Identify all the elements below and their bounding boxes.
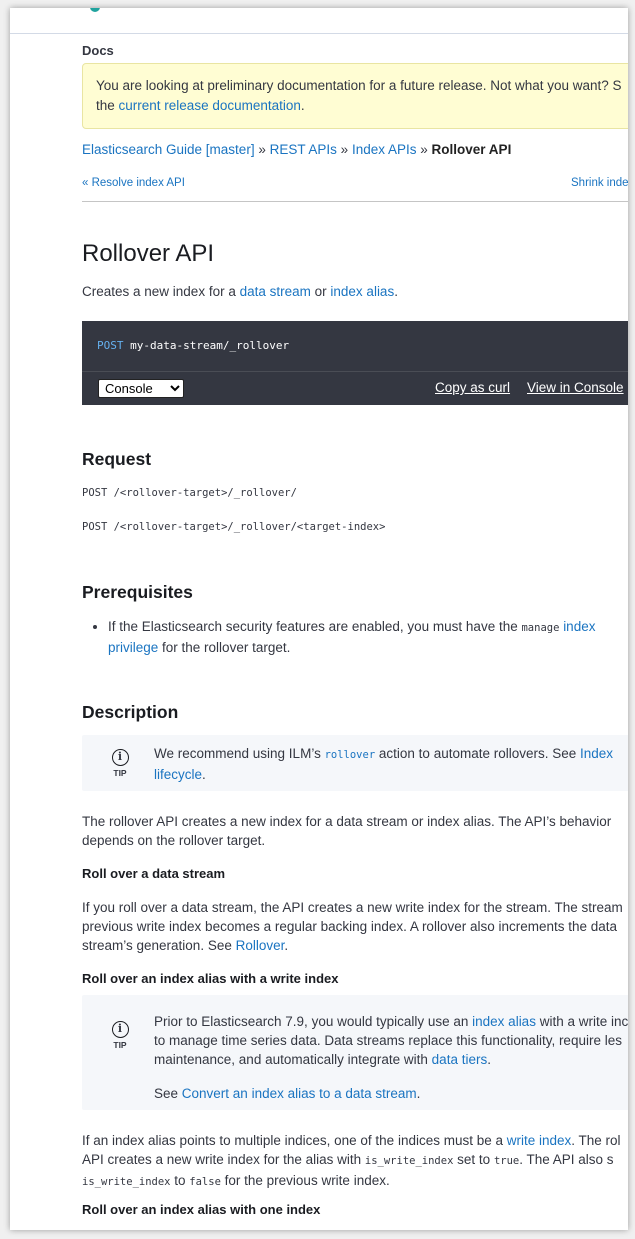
- current-release-link[interactable]: current release documentation: [119, 98, 301, 113]
- lead-paragraph: Creates a new index for a data stream or…: [82, 284, 398, 299]
- notice-line-2: the current release documentation.: [96, 98, 305, 113]
- index-lifecycle-link-2[interactable]: lifecycle: [154, 767, 202, 782]
- data-tiers-link[interactable]: data tiers: [432, 1052, 488, 1067]
- index-lifecycle-link[interactable]: Index: [580, 746, 613, 761]
- site-header: [10, 8, 628, 34]
- request-line-1: POST /<rollover-target>/_rollover/: [82, 487, 297, 499]
- index-privilege-link[interactable]: index: [563, 619, 595, 634]
- breadcrumb-index-apis[interactable]: Index APIs: [352, 142, 417, 157]
- description-heading: Description: [82, 702, 179, 722]
- convert-alias-link[interactable]: Convert an index alias to a data stream: [182, 1086, 417, 1101]
- breadcrumb-separator: »: [420, 142, 428, 157]
- breadcrumb-separator: »: [258, 142, 266, 157]
- roll-over-alias-write-heading: Roll over an index alias with a write in…: [82, 971, 339, 986]
- elastic-logo-icon[interactable]: [90, 8, 100, 12]
- index-alias-link[interactable]: index alias: [330, 284, 394, 299]
- page-title: Rollover API: [82, 240, 215, 267]
- alias-para: If an index alias points to multiple ind…: [82, 1133, 621, 1188]
- tip-callout: i TIP We recommend using ILM’s rollover a…: [82, 735, 628, 791]
- prev-page-link[interactable]: « Resolve index API: [82, 177, 185, 189]
- preliminary-notice: You are looking at preliminary documenta…: [82, 63, 628, 129]
- breadcrumb-separator: »: [340, 142, 349, 157]
- roll-over-alias-one-heading: Roll over an index alias with one index: [82, 1202, 321, 1217]
- notice-line-1: You are looking at preliminary documenta…: [96, 78, 622, 93]
- description-para-1: The rollover API creates a new index for…: [82, 814, 612, 848]
- tip-callout: i TIP Prior to Elasticsearch 7.9, you wou…: [82, 995, 628, 1110]
- console-snippet: POST my-data-stream/_rollover Console Co…: [82, 321, 628, 405]
- breadcrumb-rest-apis[interactable]: REST APIs: [270, 142, 337, 157]
- breadcrumb-guide[interactable]: Elasticsearch Guide [master]: [82, 142, 255, 157]
- data-stream-para: If you roll over a data stream, the API …: [82, 900, 623, 953]
- doc-body: Request POST /<rollover-target>/_rollove…: [82, 405, 628, 1217]
- tip-text: We recommend using ILM’s rollover action…: [154, 746, 614, 782]
- roll-over-data-stream-heading: Roll over a data stream: [82, 866, 226, 881]
- tip-text: Prior to Elasticsearch 7.9, you would ty…: [154, 1014, 628, 1101]
- data-stream-link[interactable]: data stream: [240, 284, 311, 299]
- page-navigation: « Resolve index API Shrink inde: [82, 177, 628, 202]
- request-line-2: POST /<rollover-target>/_rollover/<targe…: [82, 521, 386, 533]
- prerequisites-list: If the Elasticsearch security features a…: [82, 617, 595, 657]
- language-select[interactable]: Console: [98, 379, 184, 398]
- list-item: If the Elasticsearch security features a…: [108, 617, 595, 657]
- docs-label: Docs: [82, 43, 114, 58]
- info-icon: i TIP: [111, 1021, 129, 1050]
- breadcrumb: Elasticsearch Guide [master] » REST APIs…: [82, 142, 628, 162]
- request-heading: Request: [82, 449, 152, 469]
- prerequisites-heading: Prerequisites: [82, 582, 193, 602]
- next-page-link[interactable]: Shrink inde: [571, 177, 628, 189]
- code-line: POST my-data-stream/_rollover: [97, 339, 290, 352]
- browser-page: Docs You are looking at preliminary docu…: [10, 8, 628, 1230]
- write-index-link[interactable]: write index: [507, 1133, 572, 1148]
- view-in-console-link[interactable]: View in Console: [527, 380, 624, 395]
- info-icon: i TIP: [111, 749, 129, 778]
- doc-content: Docs You are looking at preliminary docu…: [82, 34, 628, 1217]
- index-privilege-link-2[interactable]: privilege: [108, 640, 158, 655]
- rollover-link[interactable]: Rollover: [236, 938, 285, 953]
- copy-as-curl-link[interactable]: Copy as curl: [435, 380, 510, 395]
- index-alias-link[interactable]: index alias: [472, 1014, 536, 1029]
- breadcrumb-current: Rollover API: [431, 142, 512, 157]
